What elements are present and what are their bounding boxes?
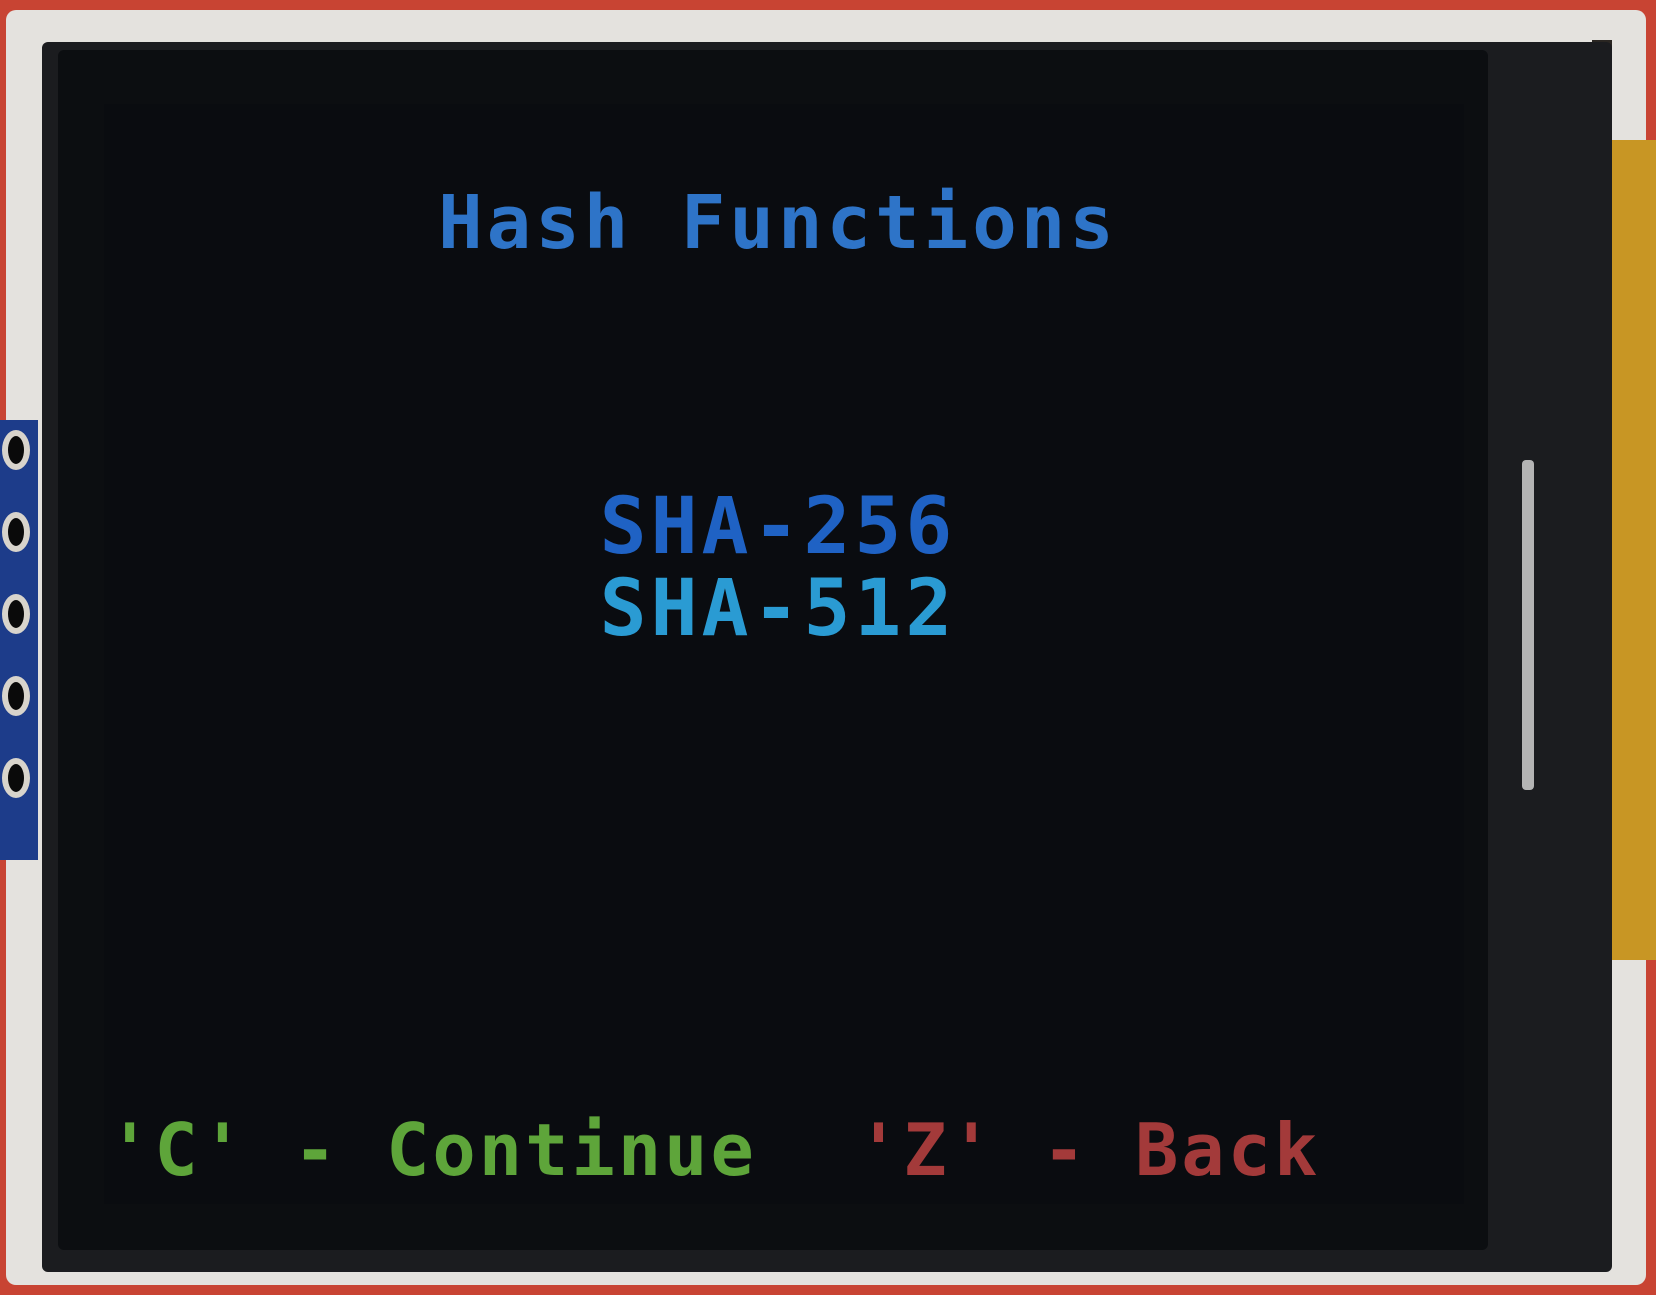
header-pin — [2, 758, 30, 798]
menu-item-sha512[interactable]: SHA-512 — [0, 568, 1656, 650]
menu-item-sha256[interactable]: SHA-256 — [0, 486, 1656, 568]
header-pin — [2, 430, 30, 470]
footer-hints: 'C' - Continue 'Z' - Back — [108, 1108, 1458, 1192]
lcd-module: Hash Functions SHA-256 SHA-512 'C' - Con… — [0, 0, 1656, 1295]
header-pin — [2, 676, 30, 716]
continue-hint: 'C' - Continue — [108, 1108, 757, 1192]
hash-menu: SHA-256 SHA-512 — [0, 486, 1656, 650]
page-title: Hash Functions — [438, 180, 1118, 266]
display-screen — [104, 104, 1464, 1204]
back-hint: 'Z' - Back — [856, 1108, 1321, 1192]
